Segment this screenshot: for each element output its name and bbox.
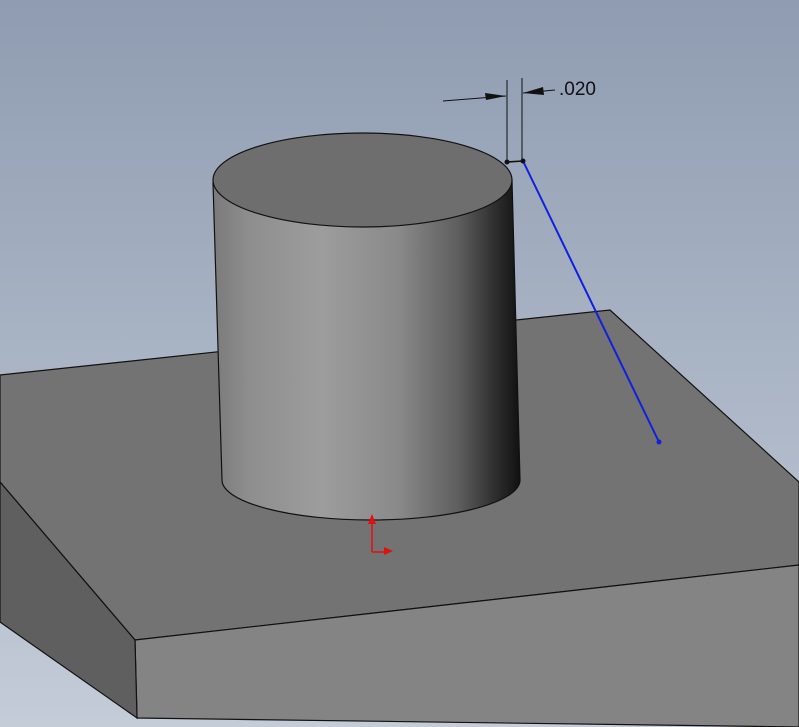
cylinder-boss[interactable] (212, 132, 521, 521)
arrowhead-left (485, 93, 506, 100)
arrowhead-right (523, 87, 544, 95)
cylinder-top-face[interactable] (212, 132, 513, 228)
cylinder-side-face[interactable] (212, 179, 521, 521)
dimension-value[interactable]: .020 (559, 79, 596, 100)
sketch-endpoint[interactable] (656, 439, 662, 445)
graphics-area[interactable]: .020 (0, 0, 799, 727)
